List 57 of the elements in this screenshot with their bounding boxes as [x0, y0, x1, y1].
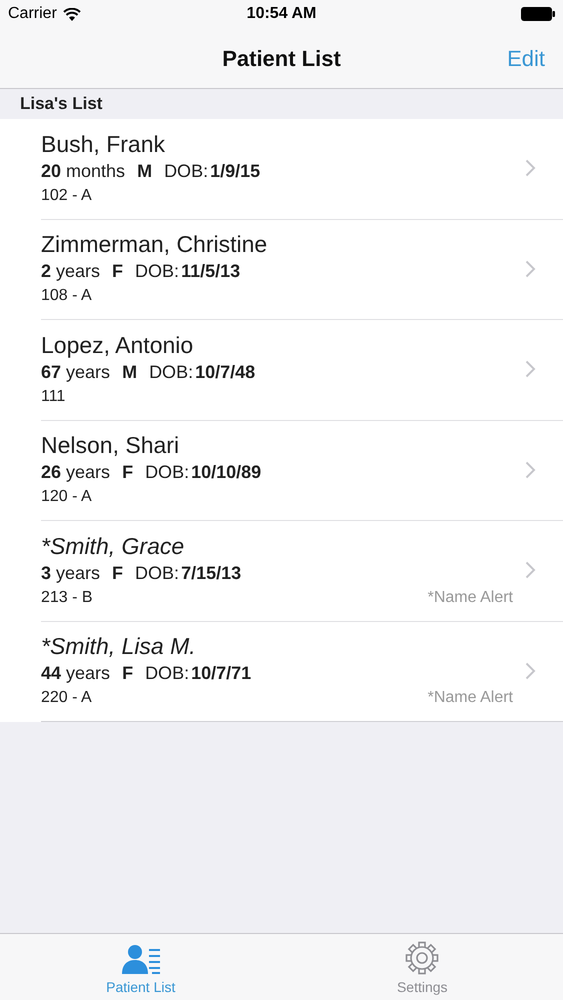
nav-title: Patient List: [222, 44, 341, 72]
patient-name: *Smith, Grace: [41, 532, 186, 560]
patient-row[interactable]: Lopez, Antonio 67 years M DOB:10/7/48 111: [0, 320, 563, 420]
patient-age: 3 years: [41, 562, 100, 585]
room-label: 120 - A: [41, 487, 92, 508]
patient-row[interactable]: Zimmerman, Christine 2 years F DOB:11/5/13 108 - A: [0, 220, 563, 320]
status-time: 10:54 AM: [246, 4, 316, 24]
patient-sex: F: [112, 260, 124, 284]
dob-label: DOB:: [135, 562, 180, 585]
patient-sex: M: [137, 160, 152, 183]
battery-icon: [521, 7, 555, 21]
patient-name: Bush, Frank: [41, 130, 166, 158]
name-alert-label: *Name Alert: [428, 588, 513, 608]
chevron-icon: [525, 561, 536, 579]
dob-value: 7/15/13: [181, 562, 242, 585]
patient-name: Lopez, Antonio: [41, 330, 194, 359]
patient-name: Nelson, Shari: [41, 431, 180, 460]
patient-row[interactable]: Nelson, Shari 26 years F DOB:10/10/89 120 - A: [0, 420, 563, 521]
patient-age: 44 years: [41, 662, 110, 686]
patient-row[interactable]: Bush, Frank 20 months M DOB:1/9/15 102 - A: [0, 119, 563, 220]
dob-label: DOB:: [149, 360, 194, 384]
dob-value: 11/5/13: [181, 260, 240, 284]
wifi-icon: [62, 8, 81, 20]
dob-label: DOB:: [145, 461, 190, 484]
dob-label: DOB:: [164, 160, 208, 183]
patient-age: 2 years: [41, 260, 100, 284]
patient-age: 20 months: [41, 160, 126, 183]
chevron-icon: [525, 460, 536, 478]
patient-sex: M: [122, 360, 138, 384]
patient-name: *Smith, Lisa M.: [41, 632, 197, 660]
chevron-icon: [525, 260, 536, 278]
room-label: 102 - A: [41, 186, 92, 206]
name-alert-label: *Name Alert: [428, 688, 513, 708]
room-label: 108 - A: [41, 286, 92, 306]
patient-age: 26 years: [41, 461, 110, 484]
settings-icon: [405, 941, 440, 975]
patient-row[interactable]: *Smith, Lisa M. 44 years F DOB:10/7/71 220 - A *Name Alert: [0, 622, 563, 722]
chevron-icon: [525, 662, 536, 680]
dob-label: DOB:: [145, 662, 190, 686]
room-label: 220 - A: [41, 688, 92, 708]
chevron-icon: [525, 159, 536, 177]
patient-sex: F: [112, 562, 124, 585]
patient-sex: F: [122, 662, 134, 686]
room-label: 111: [41, 386, 66, 407]
patient-sex: F: [122, 461, 134, 484]
dob-value: 10/7/71: [191, 662, 252, 686]
patient-age: 67 years: [41, 360, 110, 384]
patient-list-icon: [120, 943, 161, 975]
carrier-label: Carrier: [8, 4, 57, 24]
chevron-icon: [525, 360, 536, 378]
patient-row[interactable]: *Smith, Grace 3 years F DOB:7/15/13 213 - B *Name Alert: [0, 521, 563, 622]
dob-label: DOB:: [135, 260, 180, 284]
patient-name: Zimmerman, Christine: [41, 230, 268, 258]
dob-value: 1/9/15: [210, 160, 260, 183]
dob-value: 10/10/89: [191, 461, 262, 484]
room-label: 213 - B: [41, 588, 93, 608]
dob-value: 10/7/48: [195, 360, 256, 384]
